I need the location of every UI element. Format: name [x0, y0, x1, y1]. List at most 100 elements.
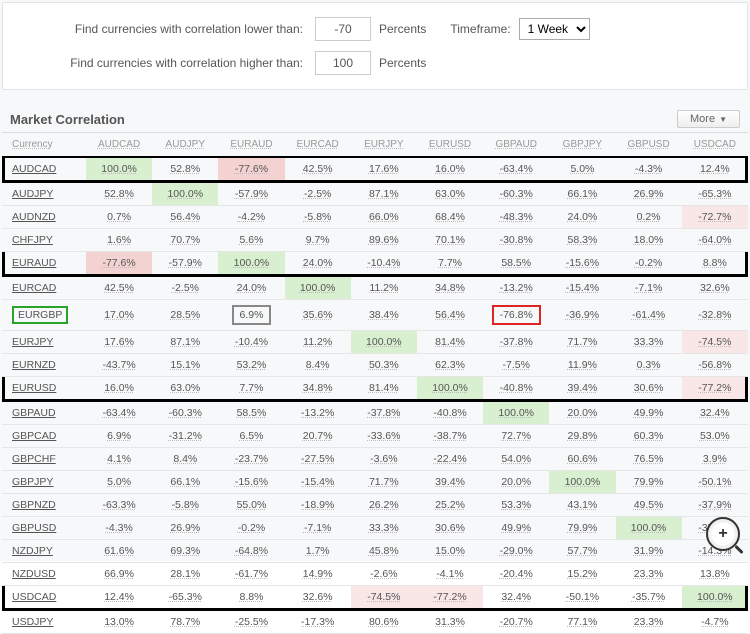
col-header-audcad[interactable]: AUDCAD — [86, 133, 152, 157]
symbol-cell[interactable]: GBPCHF — [2, 448, 86, 471]
corr-cell[interactable]: 43.1% — [549, 494, 615, 517]
corr-cell[interactable]: 15.1% — [152, 354, 218, 377]
corr-cell[interactable]: 49.9% — [483, 517, 549, 540]
corr-cell[interactable]: 79.9% — [549, 517, 615, 540]
corr-cell[interactable]: 72.7% — [483, 425, 549, 448]
col-header-gbpaud[interactable]: GBPAUD — [483, 133, 549, 157]
corr-cell[interactable]: 20.0% — [483, 471, 549, 494]
col-header-currency[interactable]: Currency — [2, 133, 86, 157]
corr-cell[interactable]: -77.6% — [218, 157, 284, 182]
corr-cell[interactable]: 5.0% — [549, 157, 615, 182]
corr-cell[interactable]: 26.9% — [616, 182, 682, 206]
corr-cell[interactable]: 58.5% — [218, 401, 284, 425]
corr-cell[interactable]: -63.4% — [86, 401, 152, 425]
corr-cell[interactable]: -57.9% — [152, 252, 218, 276]
col-header-gbpjpy[interactable]: GBPJPY — [549, 133, 615, 157]
corr-cell[interactable]: -2.6% — [351, 563, 417, 586]
corr-cell[interactable]: 32.4% — [483, 586, 549, 610]
corr-cell[interactable]: 30.6% — [417, 517, 483, 540]
timeframe-select[interactable]: 1 Week — [519, 18, 590, 40]
corr-cell[interactable]: 56.4% — [417, 300, 483, 331]
corr-cell[interactable]: 54.0% — [483, 448, 549, 471]
corr-cell[interactable]: -61.7% — [218, 563, 284, 586]
corr-cell[interactable]: 7.7% — [417, 252, 483, 276]
corr-cell[interactable]: 100.0% — [351, 331, 417, 354]
corr-cell[interactable]: -30.8% — [483, 229, 549, 252]
corr-cell[interactable]: 100.0% — [549, 471, 615, 494]
symbol-cell[interactable]: GBPCAD — [2, 425, 86, 448]
corr-cell[interactable]: -15.4% — [549, 276, 615, 300]
corr-cell[interactable]: 5.0% — [86, 471, 152, 494]
corr-cell[interactable]: 58.5% — [483, 252, 549, 276]
corr-cell[interactable]: -10.4% — [218, 331, 284, 354]
corr-cell[interactable]: 20.7% — [285, 425, 351, 448]
corr-cell[interactable]: -7.5% — [483, 354, 549, 377]
corr-cell[interactable]: 100.0% — [682, 586, 748, 610]
corr-cell[interactable]: 33.3% — [616, 331, 682, 354]
corr-cell[interactable]: 53.3% — [483, 494, 549, 517]
corr-cell[interactable]: 100.0% — [86, 157, 152, 182]
corr-cell[interactable]: 11.9% — [549, 354, 615, 377]
corr-cell[interactable]: -20.7% — [483, 610, 549, 634]
corr-cell[interactable]: 29.8% — [549, 425, 615, 448]
corr-cell[interactable]: 63.0% — [417, 182, 483, 206]
symbol-cell[interactable]: NZDUSD — [2, 563, 86, 586]
corr-cell[interactable]: 12.4% — [682, 157, 748, 182]
corr-cell[interactable]: 57.7% — [549, 540, 615, 563]
corr-cell[interactable]: 15.2% — [549, 563, 615, 586]
corr-cell[interactable]: -0.2% — [616, 252, 682, 276]
corr-cell[interactable]: 100.0% — [152, 182, 218, 206]
col-header-euraud[interactable]: EURAUD — [218, 133, 284, 157]
corr-cell[interactable]: 16.0% — [417, 157, 483, 182]
zoom-in-icon[interactable]: + — [706, 517, 740, 551]
corr-cell[interactable]: 28.1% — [152, 563, 218, 586]
corr-cell[interactable]: 13.8% — [682, 563, 748, 586]
corr-cell[interactable]: 60.6% — [549, 448, 615, 471]
corr-cell[interactable]: 42.5% — [86, 276, 152, 300]
corr-cell[interactable]: 63.0% — [152, 377, 218, 401]
corr-cell[interactable]: -61.4% — [616, 300, 682, 331]
corr-cell[interactable]: 8.4% — [152, 448, 218, 471]
corr-cell[interactable]: -29.0% — [483, 540, 549, 563]
corr-cell[interactable]: -60.3% — [483, 182, 549, 206]
corr-cell[interactable]: 34.8% — [285, 377, 351, 401]
corr-cell[interactable]: -4.7% — [682, 610, 748, 634]
corr-cell[interactable]: -37.9% — [682, 494, 748, 517]
symbol-cell[interactable]: GBPAUD — [2, 401, 86, 425]
corr-cell[interactable]: 77.1% — [549, 610, 615, 634]
corr-cell[interactable]: 66.1% — [152, 471, 218, 494]
corr-cell[interactable]: 100.0% — [483, 401, 549, 425]
corr-cell[interactable]: 71.7% — [549, 331, 615, 354]
corr-cell[interactable]: 25.2% — [417, 494, 483, 517]
corr-cell[interactable]: 53.0% — [682, 425, 748, 448]
corr-cell[interactable]: 100.0% — [285, 276, 351, 300]
corr-cell[interactable]: 68.4% — [417, 206, 483, 229]
corr-cell[interactable]: 89.6% — [351, 229, 417, 252]
corr-cell[interactable]: 1.6% — [86, 229, 152, 252]
corr-cell[interactable]: 66.1% — [549, 182, 615, 206]
corr-cell[interactable]: 31.3% — [417, 610, 483, 634]
corr-cell[interactable]: 15.0% — [417, 540, 483, 563]
corr-cell[interactable]: 42.5% — [285, 157, 351, 182]
corr-cell[interactable]: 1.7% — [285, 540, 351, 563]
corr-cell[interactable]: -4.2% — [218, 206, 284, 229]
symbol-cell[interactable]: CHFJPY — [2, 229, 86, 252]
corr-cell[interactable]: 17.6% — [351, 157, 417, 182]
corr-cell[interactable]: 14.9% — [285, 563, 351, 586]
corr-cell[interactable]: -40.8% — [483, 377, 549, 401]
corr-cell[interactable]: 8.4% — [285, 354, 351, 377]
corr-cell[interactable]: -17.3% — [285, 610, 351, 634]
corr-cell[interactable]: 11.2% — [351, 276, 417, 300]
corr-cell[interactable]: 56.4% — [152, 206, 218, 229]
corr-cell[interactable]: -7.1% — [616, 276, 682, 300]
corr-cell[interactable]: -15.6% — [218, 471, 284, 494]
corr-cell[interactable]: -4.1% — [417, 563, 483, 586]
corr-cell[interactable]: 32.6% — [682, 276, 748, 300]
symbol-cell[interactable]: EURUSD — [2, 377, 86, 401]
corr-cell[interactable]: 81.4% — [417, 331, 483, 354]
corr-cell[interactable]: 60.3% — [616, 425, 682, 448]
corr-cell[interactable]: 33.3% — [351, 517, 417, 540]
symbol-cell[interactable]: USDCAD — [2, 586, 86, 610]
corr-cell[interactable]: -3.6% — [351, 448, 417, 471]
corr-cell[interactable]: 49.5% — [616, 494, 682, 517]
